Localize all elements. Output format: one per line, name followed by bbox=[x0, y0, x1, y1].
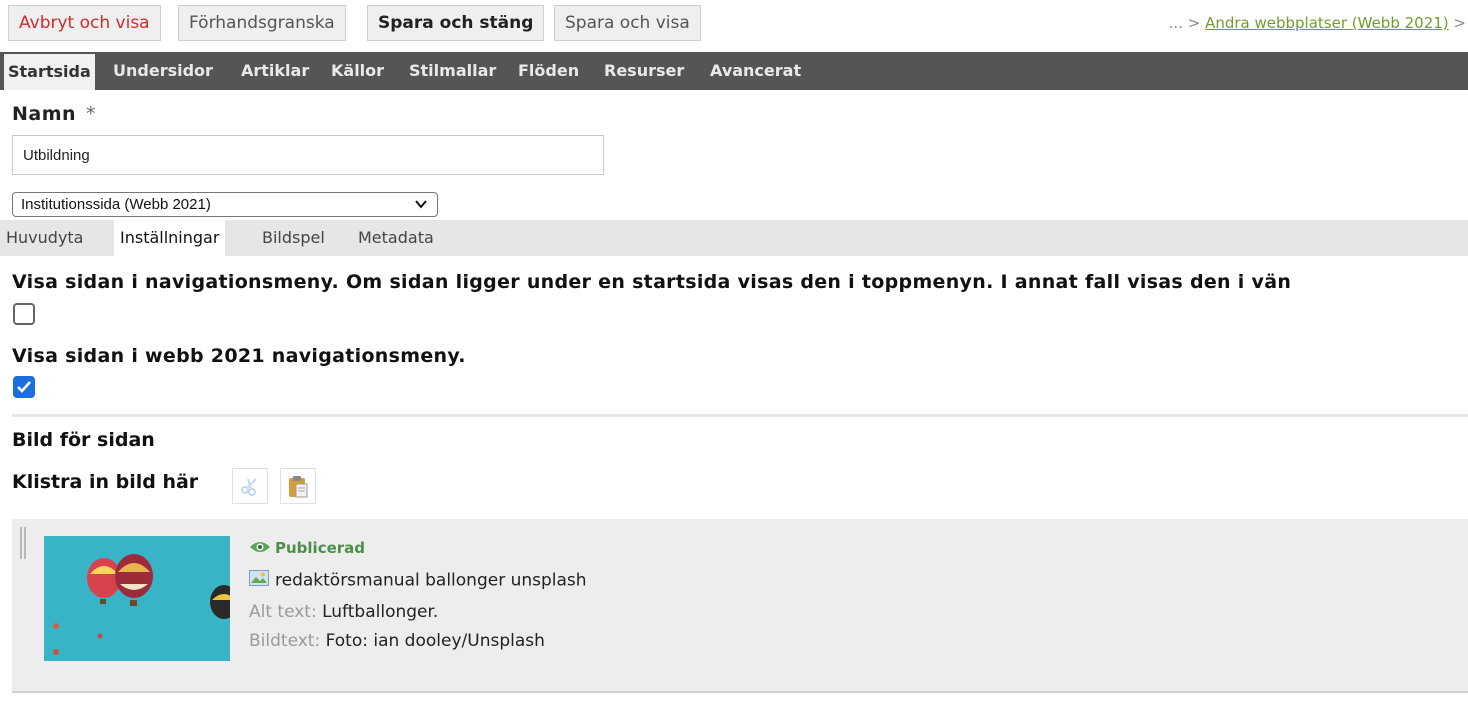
alt-text-line: Alt text: Luftballonger. bbox=[249, 602, 438, 622]
save-and-view-button[interactable]: Spara och visa bbox=[554, 5, 701, 41]
cancel-and-view-button[interactable]: Avbryt och visa bbox=[8, 5, 161, 41]
checkmark-icon bbox=[17, 381, 31, 393]
tab-installningar[interactable]: Inställningar bbox=[114, 220, 226, 256]
tab-bildspel[interactable]: Bildspel bbox=[262, 220, 325, 256]
cut-button[interactable] bbox=[232, 468, 268, 504]
webb2021-nav-setting-label: Visa sidan i webb 2021 navigationsmeny. bbox=[12, 345, 466, 367]
section-divider bbox=[12, 414, 1468, 417]
alt-text-key: Alt text: bbox=[249, 602, 317, 622]
tab-metadata[interactable]: Metadata bbox=[358, 220, 434, 256]
drag-handle[interactable] bbox=[20, 527, 28, 559]
tab-artiklar[interactable]: Artiklar bbox=[241, 52, 309, 90]
caption-value: Foto: ian dooley/Unsplash bbox=[325, 631, 545, 651]
scissors-icon bbox=[240, 475, 260, 496]
tab-stilmallar[interactable]: Stilmallar bbox=[409, 52, 496, 90]
clipboard-icon bbox=[287, 475, 309, 497]
tab-huvudyta[interactable]: Huvudyta bbox=[6, 220, 83, 256]
image-file-name-text: redaktörsmanual ballonger unsplash bbox=[275, 570, 587, 591]
paste-image-label: Klistra in bild här bbox=[12, 471, 199, 493]
alt-text-value: Luftballonger. bbox=[322, 602, 439, 622]
tab-undersidor[interactable]: Undersidor bbox=[113, 52, 213, 90]
breadcrumb-prefix: ... > bbox=[1168, 14, 1206, 32]
image-item-card: Publicerad redaktörsmanual ballonger uns… bbox=[12, 519, 1468, 693]
main-tab-bar: Startsida Undersidor Artiklar Källor Sti… bbox=[0, 52, 1468, 90]
publish-status: Publicerad bbox=[249, 539, 365, 558]
template-select-value: Institutionssida (Webb 2021) bbox=[21, 196, 211, 213]
image-section-title: Bild för sidan bbox=[12, 429, 155, 451]
webb2021-nav-checkbox[interactable] bbox=[13, 376, 35, 398]
tab-kallor[interactable]: Källor bbox=[331, 52, 384, 90]
breadcrumb-link[interactable]: Andra webbplatser (Webb 2021) bbox=[1205, 14, 1449, 32]
name-label-text: Namn bbox=[12, 103, 77, 125]
image-file-icon bbox=[249, 570, 269, 591]
eye-icon bbox=[249, 540, 271, 558]
tab-startsida[interactable]: Startsida bbox=[4, 54, 95, 90]
caption-key: Bildtext: bbox=[249, 631, 321, 651]
breadcrumb-suffix: > bbox=[1448, 14, 1466, 32]
template-select[interactable]: Institutionssida (Webb 2021) bbox=[12, 192, 438, 217]
nav-menu-setting-label: Visa sidan i navigationsmeny. Om sidan l… bbox=[12, 271, 1292, 293]
name-label: Namn * bbox=[12, 103, 96, 125]
sub-tab-bar: Huvudyta Inställningar Bildspel Metadata bbox=[0, 220, 1468, 256]
paste-button[interactable] bbox=[280, 468, 316, 504]
image-thumbnail[interactable] bbox=[44, 536, 230, 661]
save-and-close-button[interactable]: Spara och stäng bbox=[367, 5, 545, 41]
caption-line: Bildtext: Foto: ian dooley/Unsplash bbox=[249, 631, 545, 651]
action-toolbar: Avbryt och visa Förhandsgranska Spara oc… bbox=[0, 0, 1468, 52]
image-file-name[interactable]: redaktörsmanual ballonger unsplash bbox=[249, 570, 587, 591]
name-input[interactable] bbox=[12, 135, 604, 175]
tab-resurser[interactable]: Resurser bbox=[604, 52, 684, 90]
breadcrumb: ... > Andra webbplatser (Webb 2021) > bbox=[1169, 14, 1466, 32]
preview-button[interactable]: Förhandsgranska bbox=[178, 5, 346, 41]
nav-menu-checkbox[interactable] bbox=[13, 303, 35, 325]
required-mark: * bbox=[86, 103, 97, 125]
tab-avancerat[interactable]: Avancerat bbox=[710, 52, 801, 90]
publish-status-text: Publicerad bbox=[275, 539, 366, 557]
tab-floden[interactable]: Flöden bbox=[518, 52, 579, 90]
